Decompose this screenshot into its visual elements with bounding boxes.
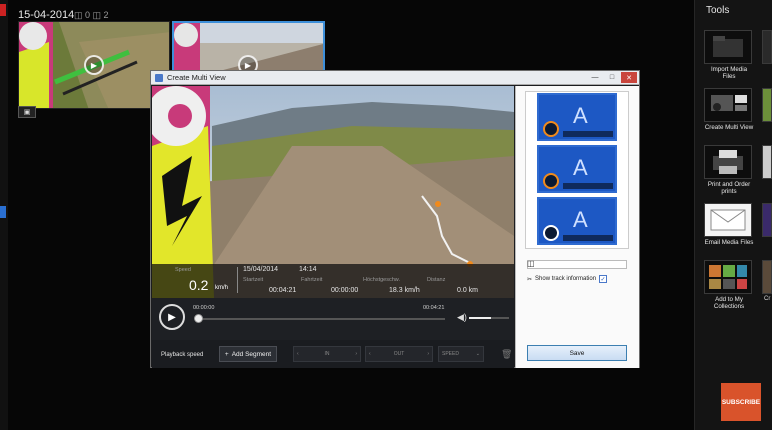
pin-icon: ✂ (527, 276, 533, 283)
add-segment-label: Add Segment (231, 350, 272, 358)
minimize-button[interactable]: — (587, 72, 603, 83)
create-multi-view-dialog: Create Multi View — □ ✕ Speed 0.2 km/h 1… (150, 70, 640, 368)
thumbnail-1-play-button[interactable]: ▶ (84, 55, 104, 75)
template-letter: A (573, 207, 588, 232)
template-bar (563, 235, 613, 241)
tool-create-multi-view[interactable]: Create Multi View (704, 88, 754, 131)
chevron-right-icon[interactable]: › (427, 351, 429, 357)
overlay-column-label: Fahrtzeit (301, 277, 323, 283)
edge-marker-red (0, 4, 6, 16)
chevron-right-icon[interactable]: › (355, 351, 357, 357)
speed-label: SPEED (442, 351, 459, 357)
out-label: OUT (393, 351, 405, 357)
template-bar (563, 131, 613, 137)
collections-icon (704, 260, 752, 294)
overlay-value: 18.3 km/h (389, 287, 420, 294)
tool-partial-tile[interactable] (762, 88, 772, 122)
plus-icon: + (224, 350, 229, 358)
in-point-control[interactable]: ‹ IN › (293, 346, 361, 362)
window-controls: — □ ✕ (587, 72, 637, 83)
in-label: IN (324, 351, 330, 357)
tool-add-collections[interactable]: Add to My Collections (704, 260, 754, 310)
tool-partial-tile[interactable] (762, 30, 772, 64)
template-letter: A (573, 103, 588, 128)
app-icon (155, 74, 163, 82)
segment-speed-control[interactable]: SPEED ⌄ (438, 346, 484, 362)
tool-partial-tile[interactable] (762, 260, 772, 294)
envelope-icon (704, 203, 752, 237)
overlay-value: 00:04:21 (269, 287, 297, 294)
overlay-speed-label: Speed (175, 267, 191, 273)
scrubber-handle[interactable] (194, 314, 203, 323)
gauge-icon (543, 173, 559, 189)
trash-icon[interactable]: 🗑 (501, 349, 512, 360)
gauge-icon (543, 121, 559, 137)
overlay-column-label: Distanz (427, 277, 446, 283)
layout-template-2[interactable]: A (537, 145, 617, 193)
timecode-start: 00:00:00 (193, 305, 215, 311)
maximize-button[interactable]: □ (604, 72, 620, 83)
overlay-speed-value: 0.2 (189, 277, 209, 293)
add-segment-button[interactable]: + Add Segment (219, 346, 277, 362)
overlay-value: 00:00:00 (331, 287, 359, 294)
scrubber-track[interactable] (197, 318, 445, 320)
track-input[interactable] (527, 260, 627, 269)
template-bar (563, 183, 613, 189)
overlay-speed-unit: km/h (215, 285, 229, 291)
show-track-checkbox[interactable]: ✓ (599, 275, 608, 283)
tool-label: Print and Order prints (707, 181, 751, 196)
media-count-icons: ◫ 0 ◫ 2 (74, 10, 109, 20)
tools-title: Tools (706, 5, 730, 16)
tool-partial-tile[interactable] (762, 203, 772, 237)
gauge-icon (543, 225, 559, 241)
chevron-down-icon[interactable]: ⌄ (476, 351, 480, 357)
thumbnail-badge-icon: ▣ (18, 106, 36, 118)
app-window: 15-04-2014 ◫ 0 ◫ 2 ▶ ▣ ▶ Tools Import Me… (0, 0, 772, 430)
tool-label: Email Media Files (704, 239, 754, 246)
multi-view-icon (704, 88, 752, 122)
subscribe-button[interactable]: SUBSCRIBE (721, 383, 761, 421)
out-point-control[interactable]: ‹ OUT › (365, 346, 433, 362)
playback-speed-label: Playback speed (161, 352, 204, 358)
folder-icon (704, 30, 752, 64)
tool-print-order[interactable]: Print and Order prints (704, 145, 754, 195)
dialog-title: Create Multi View (167, 73, 226, 82)
track-icon: ◫ (527, 259, 535, 268)
save-button[interactable]: Save (527, 345, 627, 361)
overlay-divider (237, 267, 238, 293)
show-track-label: Show track information (535, 276, 597, 282)
tool-label: Create Multi View (704, 124, 754, 131)
edge-marker-blue (0, 206, 6, 218)
show-track-row[interactable]: ✂ Show track information ✓ (527, 275, 608, 283)
template-letter: A (573, 155, 588, 180)
dialog-titlebar[interactable]: Create Multi View — □ ✕ (151, 71, 639, 85)
tool-import-media[interactable]: Import Media Files (704, 30, 754, 80)
tool-partial-label: Cr (764, 296, 771, 302)
overlay-column-label: Höchstgeschw. (363, 277, 400, 283)
tool-email-media[interactable]: Email Media Files (704, 203, 754, 246)
date-heading: 15-04-2014 (18, 9, 75, 21)
chevron-left-icon[interactable]: ‹ (369, 351, 371, 357)
timecode-end: 00:04:21 (423, 305, 445, 311)
chevron-left-icon[interactable]: ‹ (297, 351, 299, 357)
layout-template-1[interactable]: A (537, 93, 617, 141)
print-icon (704, 145, 752, 179)
volume-level (469, 317, 491, 319)
volume-icon[interactable]: ◀) (457, 312, 467, 323)
tool-partial-tile[interactable] (762, 145, 772, 179)
layout-template-3[interactable]: A (537, 197, 617, 245)
overlay-column-label: Startzeit (243, 277, 264, 283)
overlay-time: 14:14 (299, 266, 317, 273)
tool-label: Import Media Files (710, 66, 748, 81)
overlay-value: 0.0 km (457, 287, 479, 294)
overlay-date: 15/04/2014 (243, 266, 279, 273)
tool-label: Add to My Collections (713, 296, 745, 311)
close-button[interactable]: ✕ (621, 72, 637, 83)
play-button[interactable]: ▶ (159, 304, 185, 330)
